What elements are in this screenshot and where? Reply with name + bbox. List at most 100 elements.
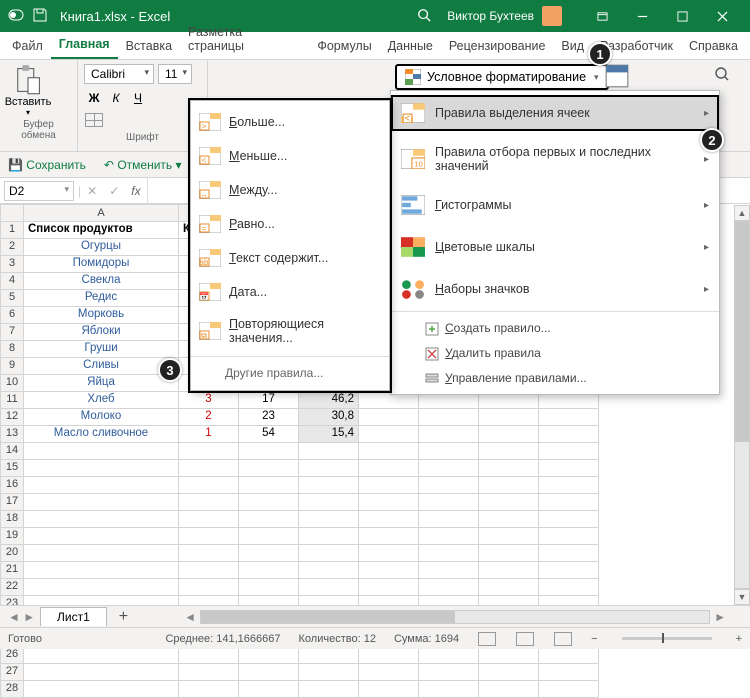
row-header[interactable]: 26: [0, 647, 24, 664]
cell[interactable]: [419, 647, 479, 664]
cell[interactable]: [179, 443, 239, 460]
cell[interactable]: [299, 664, 359, 681]
cell[interactable]: [239, 443, 299, 460]
fx-icon[interactable]: fx: [125, 184, 146, 198]
cell[interactable]: [419, 681, 479, 698]
cell[interactable]: [179, 528, 239, 545]
cell[interactable]: [179, 647, 239, 664]
maximize-button[interactable]: [662, 0, 702, 32]
cell[interactable]: [179, 494, 239, 511]
cell[interactable]: [239, 562, 299, 579]
cell[interactable]: [479, 443, 539, 460]
row-header[interactable]: 16: [0, 477, 24, 494]
cell[interactable]: [239, 579, 299, 596]
minimize-button[interactable]: [622, 0, 662, 32]
cell[interactable]: Редис: [24, 290, 179, 307]
cell[interactable]: Помидоры: [24, 256, 179, 273]
cell[interactable]: [24, 460, 179, 477]
cell[interactable]: Сливы: [24, 358, 179, 375]
underline-button[interactable]: Ч: [128, 88, 148, 108]
cond-fmt-item[interactable]: Наборы значков▸: [391, 271, 719, 307]
cell[interactable]: [359, 443, 419, 460]
cell[interactable]: 54: [239, 426, 299, 443]
cell[interactable]: [299, 477, 359, 494]
cell[interactable]: [24, 545, 179, 562]
cell[interactable]: [419, 443, 479, 460]
cell[interactable]: [479, 477, 539, 494]
ribbon-search-icon[interactable]: [714, 66, 730, 85]
cell[interactable]: [299, 443, 359, 460]
view-pagebreak-button[interactable]: [554, 632, 572, 646]
row-header[interactable]: 9: [0, 358, 24, 375]
cell[interactable]: [419, 664, 479, 681]
cell[interactable]: [239, 545, 299, 562]
cell[interactable]: [24, 443, 179, 460]
cell[interactable]: [179, 511, 239, 528]
cell[interactable]: [359, 545, 419, 562]
highlight-rule-item[interactable]: =Равно...: [191, 207, 389, 241]
cell[interactable]: [419, 562, 479, 579]
cell[interactable]: [419, 460, 479, 477]
tab-view[interactable]: Вид: [553, 33, 592, 59]
cell[interactable]: [419, 528, 479, 545]
zoom-slider[interactable]: [622, 637, 712, 640]
cell[interactable]: [539, 460, 599, 477]
cell[interactable]: [24, 494, 179, 511]
cond-fmt-item[interactable]: 10Правила отбора первых и последних знач…: [391, 137, 719, 181]
cell[interactable]: Свекла: [24, 273, 179, 290]
cell[interactable]: [239, 511, 299, 528]
cell[interactable]: 15,4: [299, 426, 359, 443]
autosave-toggle[interactable]: [8, 7, 24, 26]
cell[interactable]: [479, 528, 539, 545]
user-account[interactable]: Виктор Бухтеев: [447, 6, 562, 26]
cell[interactable]: [539, 681, 599, 698]
cell[interactable]: [539, 664, 599, 681]
zoom-out-button[interactable]: −: [591, 633, 597, 645]
view-normal-button[interactable]: [478, 632, 496, 646]
row-header[interactable]: 28: [0, 681, 24, 698]
row-header[interactable]: 18: [0, 511, 24, 528]
cell[interactable]: [539, 511, 599, 528]
cell[interactable]: [419, 426, 479, 443]
row-header[interactable]: 22: [0, 579, 24, 596]
tab-help[interactable]: Справка: [681, 33, 746, 59]
cell[interactable]: [239, 460, 299, 477]
cell[interactable]: [179, 681, 239, 698]
cell[interactable]: [299, 494, 359, 511]
column-header[interactable]: A: [24, 204, 179, 222]
cell[interactable]: [539, 426, 599, 443]
row-header[interactable]: 2: [0, 239, 24, 256]
highlight-rule-item[interactable]: ⧉Повторяющиеся значения...: [191, 309, 389, 353]
cell[interactable]: [179, 477, 239, 494]
cell[interactable]: [419, 409, 479, 426]
cell[interactable]: [479, 426, 539, 443]
cell[interactable]: Список продуктов: [24, 222, 179, 239]
cell[interactable]: [24, 511, 179, 528]
conditional-formatting-button[interactable]: Условное форматирование ▾: [395, 64, 609, 90]
cell[interactable]: [419, 477, 479, 494]
cell[interactable]: [299, 511, 359, 528]
cell[interactable]: [239, 494, 299, 511]
row-header[interactable]: 19: [0, 528, 24, 545]
cond-fmt-item[interactable]: Цветовые шкалы▸: [391, 229, 719, 265]
cell[interactable]: [239, 528, 299, 545]
cond-fmt-manage-item[interactable]: Удалить правила: [391, 341, 719, 366]
qat-save[interactable]: 💾 Сохранить: [8, 158, 86, 172]
tab-file[interactable]: Файл: [4, 33, 51, 59]
cell[interactable]: 17: [239, 392, 299, 409]
row-header[interactable]: 10: [0, 375, 24, 392]
cell[interactable]: [24, 477, 179, 494]
cell[interactable]: [479, 664, 539, 681]
row-header[interactable]: 27: [0, 664, 24, 681]
cell[interactable]: Огурцы: [24, 239, 179, 256]
highlight-rule-item[interactable]: <Меньше...: [191, 139, 389, 173]
cell[interactable]: [359, 494, 419, 511]
font-name-select[interactable]: Calibri: [84, 64, 154, 84]
cell[interactable]: 2: [179, 409, 239, 426]
row-header[interactable]: 3: [0, 256, 24, 273]
cell[interactable]: [299, 647, 359, 664]
cell[interactable]: [179, 562, 239, 579]
row-header[interactable]: 15: [0, 460, 24, 477]
row-header[interactable]: 5: [0, 290, 24, 307]
row-header[interactable]: 17: [0, 494, 24, 511]
